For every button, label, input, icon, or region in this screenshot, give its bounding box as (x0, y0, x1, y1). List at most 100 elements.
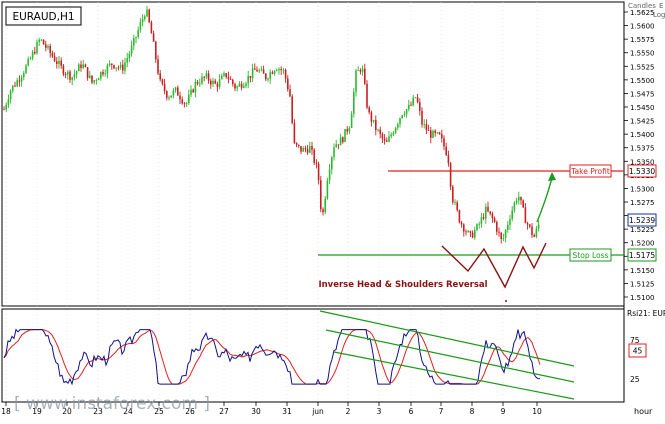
candle-body (434, 130, 436, 134)
price-tick-label: 1.5625 (630, 9, 655, 17)
candle-body (366, 83, 368, 108)
svg-text:45: 45 (633, 347, 643, 356)
candle-body (447, 155, 450, 164)
candle-body (221, 75, 223, 80)
candle-body (91, 75, 93, 83)
candle-body (71, 77, 73, 80)
candle-body (425, 124, 428, 131)
candle-body (100, 71, 102, 79)
candle-body (445, 146, 447, 156)
candle-body (284, 69, 287, 79)
candle-body (256, 69, 258, 72)
stop-loss-label[interactable]: Stop Loss (569, 248, 612, 262)
candle-body (181, 99, 183, 104)
candle-body (311, 146, 313, 150)
time-tick-label: 10 (532, 407, 542, 416)
time-tick-label: 3 (377, 407, 382, 416)
rsi-panel[interactable] (1, 308, 625, 403)
candle-body (282, 69, 285, 71)
time-tick-label: 7 (439, 407, 444, 416)
candle-body (357, 70, 359, 71)
candle-body (12, 85, 14, 91)
candle-body (40, 39, 43, 41)
rsi-value-box: 45 (628, 343, 647, 358)
candle-body (526, 223, 529, 225)
candle-body (216, 83, 219, 87)
candle-body (531, 226, 533, 236)
candle-body (276, 70, 278, 71)
candle-body (137, 29, 139, 37)
candle-body (49, 46, 51, 54)
candle-body (47, 46, 49, 48)
price-tick-label: 1.5600 (630, 23, 655, 31)
candle-body (218, 79, 221, 87)
candle-body (414, 97, 417, 99)
candle-body (535, 228, 538, 237)
candle-body (152, 33, 155, 42)
candle-body (511, 210, 513, 220)
candle-body (69, 71, 71, 80)
candle-body (89, 75, 91, 78)
scale-mode: Log (653, 11, 665, 19)
candle-body (159, 73, 161, 80)
candle-body (75, 71, 78, 75)
candle-body (513, 202, 516, 211)
candle-body (25, 65, 27, 74)
candle-body (172, 90, 175, 96)
candle-body (337, 144, 340, 146)
candle-body (36, 41, 38, 54)
time-tick-label: 2 (346, 407, 351, 416)
price-tick-label: 1.5225 (630, 226, 655, 234)
candle-body (29, 58, 32, 60)
candle-body (375, 119, 377, 130)
candle-body (185, 103, 188, 104)
candle-body (353, 91, 355, 114)
candle-body (262, 69, 265, 74)
candle-body (410, 104, 412, 106)
candle-body (368, 107, 370, 113)
candle-body (273, 70, 276, 74)
svg-text:Stop Loss: Stop Loss (573, 251, 609, 260)
candle-body (408, 104, 410, 110)
candle-body (254, 68, 256, 70)
candle-body (148, 9, 150, 23)
candle-body (463, 224, 465, 232)
price-tick-label: 1.5525 (630, 63, 655, 71)
candle-body (190, 89, 192, 95)
candle-body (249, 75, 252, 78)
candle-body (34, 51, 36, 54)
candle-body (18, 80, 21, 82)
price-tick-label: 1.5550 (630, 50, 655, 58)
candle-body (212, 80, 214, 85)
take-profit-label[interactable]: Take Profit (569, 164, 612, 178)
time-tick-label: 18 (1, 407, 11, 416)
candle-body (163, 83, 166, 92)
candle-body (405, 109, 408, 115)
candle-body (392, 132, 395, 135)
stop-loss-price-box: 1.5175 (627, 248, 657, 262)
candle-body (271, 72, 274, 74)
candle-body (225, 73, 227, 77)
candle-body (62, 65, 65, 75)
candle-body (390, 134, 392, 137)
price-tick-label: 1.5200 (630, 240, 655, 248)
candle-body (401, 115, 403, 118)
candle-body (465, 231, 467, 233)
candle-body (518, 196, 520, 201)
candle-body (14, 85, 16, 87)
candle-body (9, 90, 12, 100)
candle-body (474, 230, 476, 238)
candle-body (104, 73, 106, 75)
candle-body (449, 163, 452, 187)
candle-body (302, 148, 304, 152)
candle-body (45, 44, 47, 48)
candle-body (207, 73, 210, 81)
candle-body (364, 68, 366, 84)
candle-body (144, 16, 146, 20)
candle-body (135, 36, 137, 39)
candle-body (333, 147, 335, 158)
candle-body (124, 62, 126, 71)
candle-body (348, 127, 351, 132)
take-profit-price-box: 1.5330 (627, 164, 657, 178)
candle-body (350, 113, 353, 128)
